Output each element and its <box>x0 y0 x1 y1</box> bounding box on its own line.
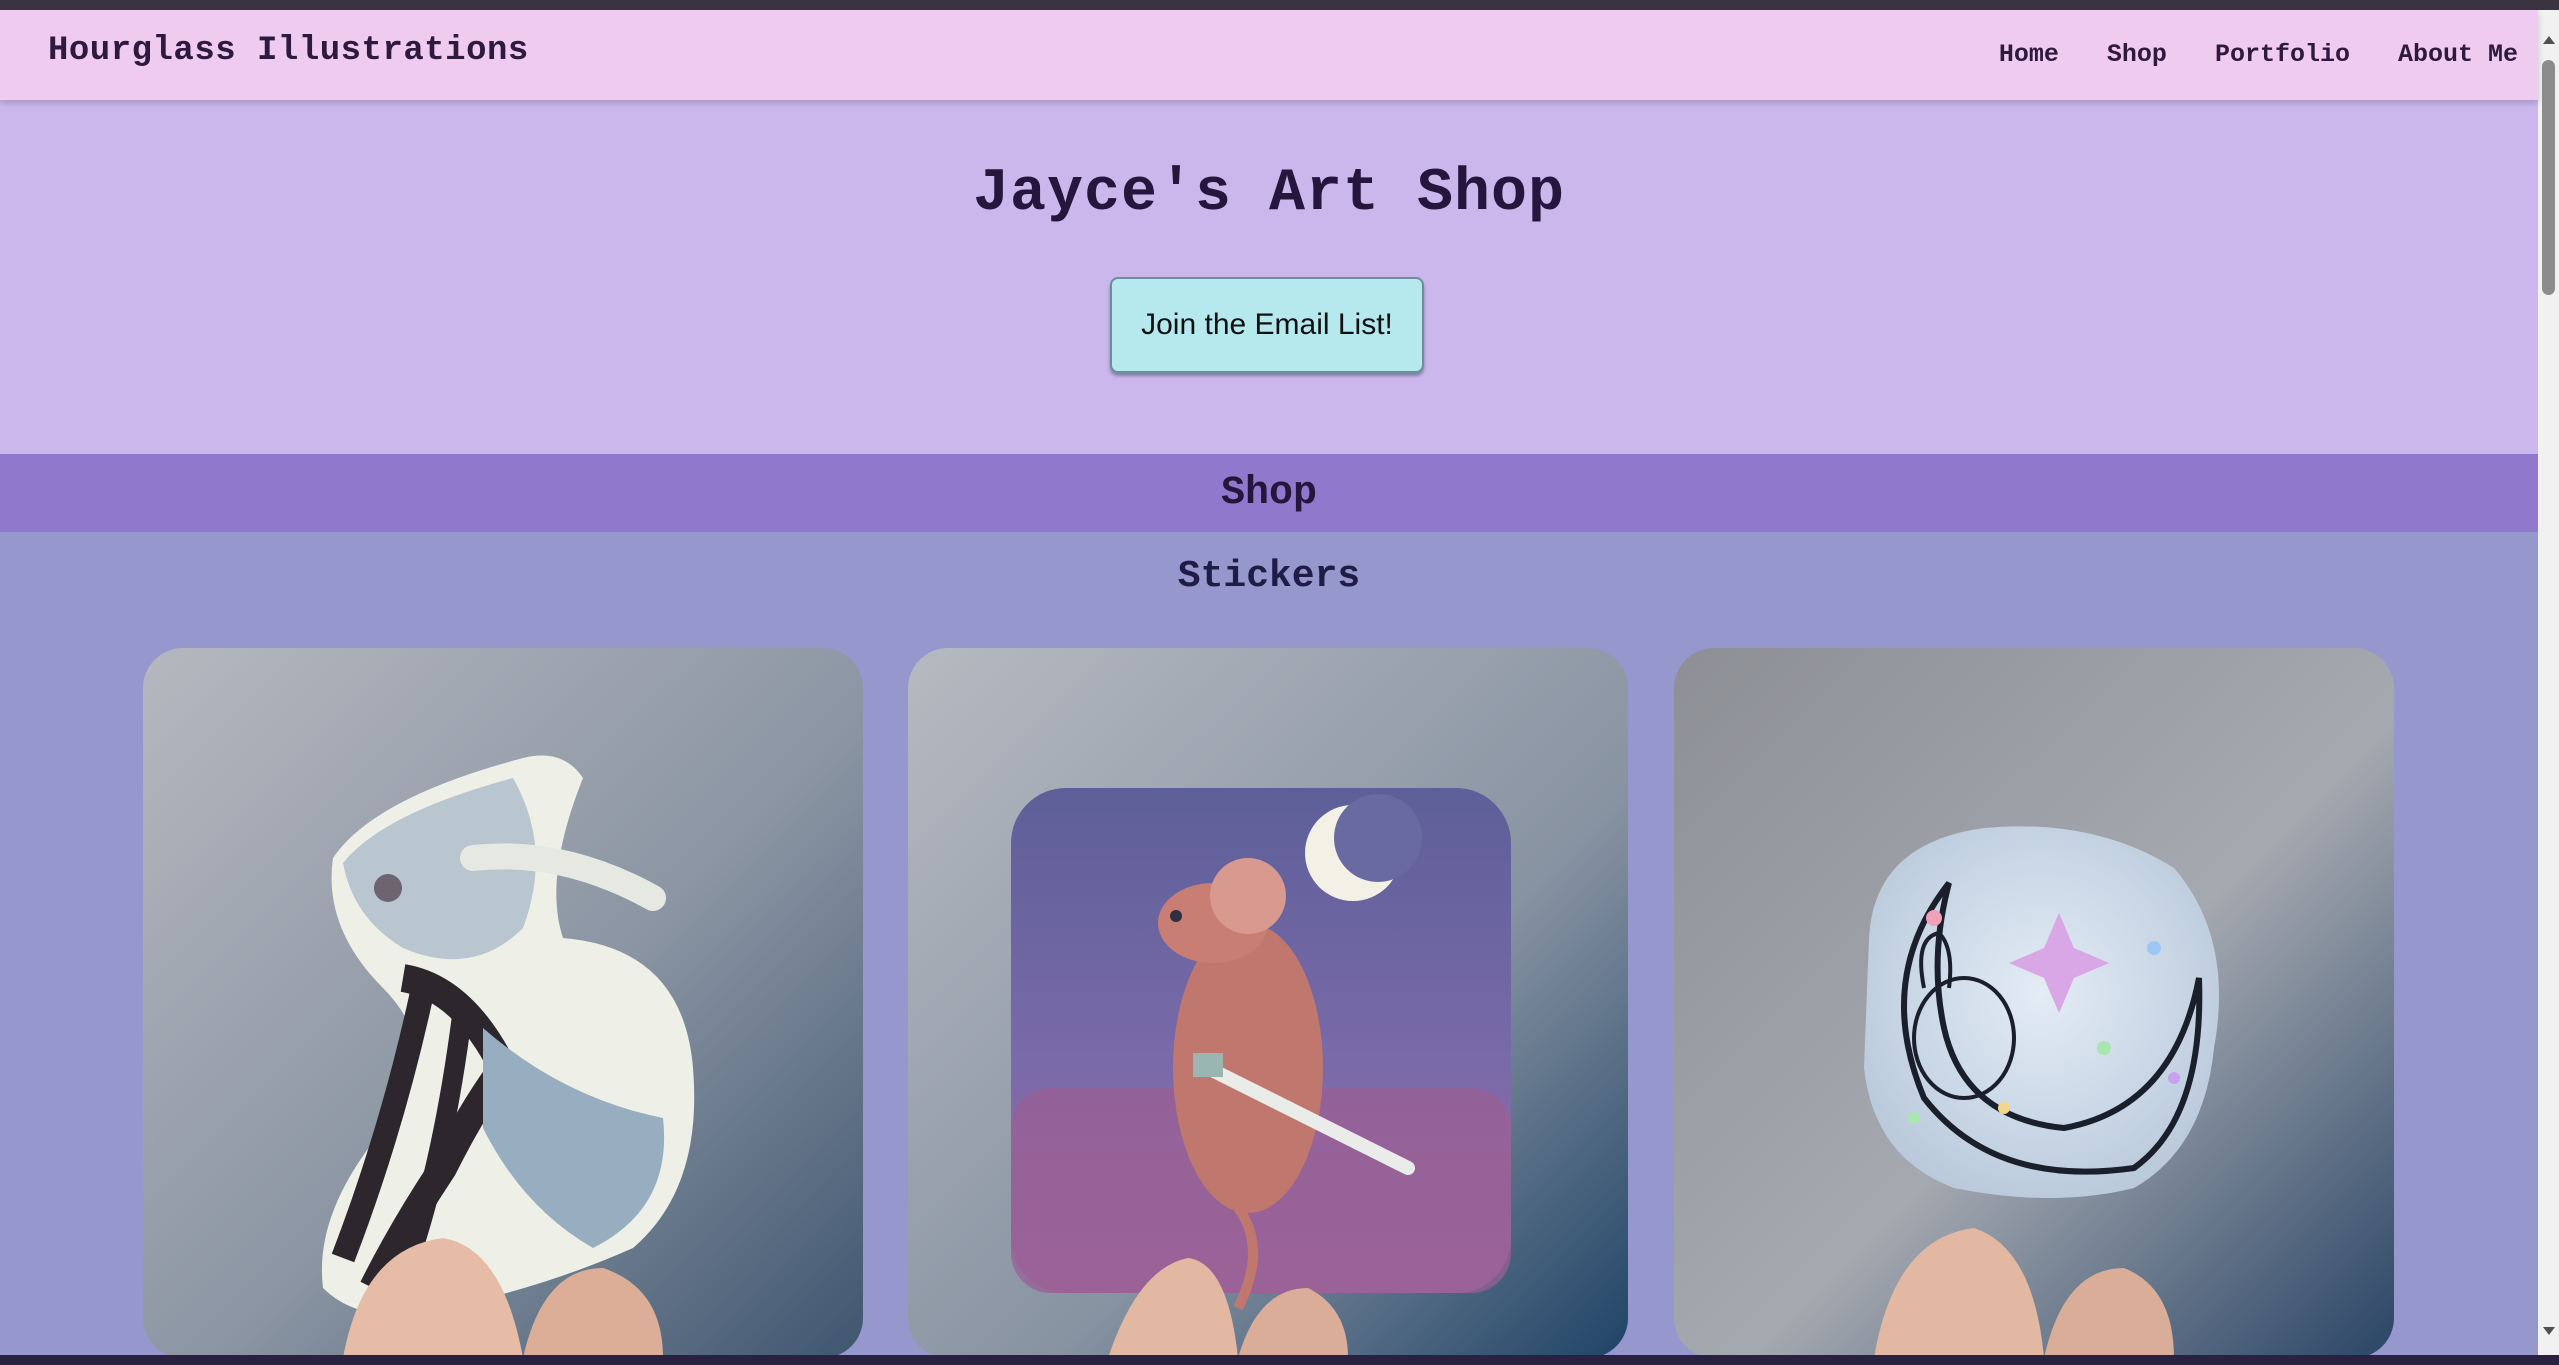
hero-section: Jayce's Art Shop Join the Email List! <box>0 100 2538 454</box>
nav-link-shop[interactable]: Shop <box>2107 40 2167 69</box>
shop-section-banner: Shop <box>0 454 2538 532</box>
page-title: Jayce's Art Shop <box>972 160 1566 228</box>
scrollbar-thumb[interactable] <box>2542 60 2555 295</box>
site-brand[interactable]: Hourglass Illustrations <box>48 32 529 70</box>
bunny-moon-sticker-photo <box>1674 648 2394 1358</box>
scroll-down-arrow-icon[interactable] <box>2543 1327 2555 1335</box>
navbar: Hourglass Illustrations Home Shop Portfo… <box>0 10 2538 100</box>
shop-banner-title: Shop <box>1220 470 1317 516</box>
nav-link-home[interactable]: Home <box>1999 40 2059 69</box>
scroll-up-arrow-icon[interactable] <box>2543 36 2555 44</box>
nav-link-portfolio[interactable]: Portfolio <box>2215 40 2350 69</box>
product-card-mouse-sticker[interactable] <box>908 648 1628 1358</box>
nav-link-about-me[interactable]: About Me <box>2398 40 2518 69</box>
browser-top-edge <box>0 0 2559 10</box>
page-scrollbar[interactable] <box>2538 10 2559 1355</box>
product-card-hourglass-sticker[interactable] <box>143 648 863 1358</box>
stickers-heading: Stickers <box>1177 555 1361 598</box>
browser-bottom-edge <box>0 1355 2559 1365</box>
product-card-bunny-moon-sticker[interactable] <box>1674 648 2394 1358</box>
nav-links: Home Shop Portfolio About Me <box>1999 40 2518 69</box>
join-email-list-button[interactable]: Join the Email List! <box>1110 277 1424 373</box>
hourglass-sticker-photo <box>143 648 863 1358</box>
mouse-sticker-photo <box>908 648 1628 1358</box>
